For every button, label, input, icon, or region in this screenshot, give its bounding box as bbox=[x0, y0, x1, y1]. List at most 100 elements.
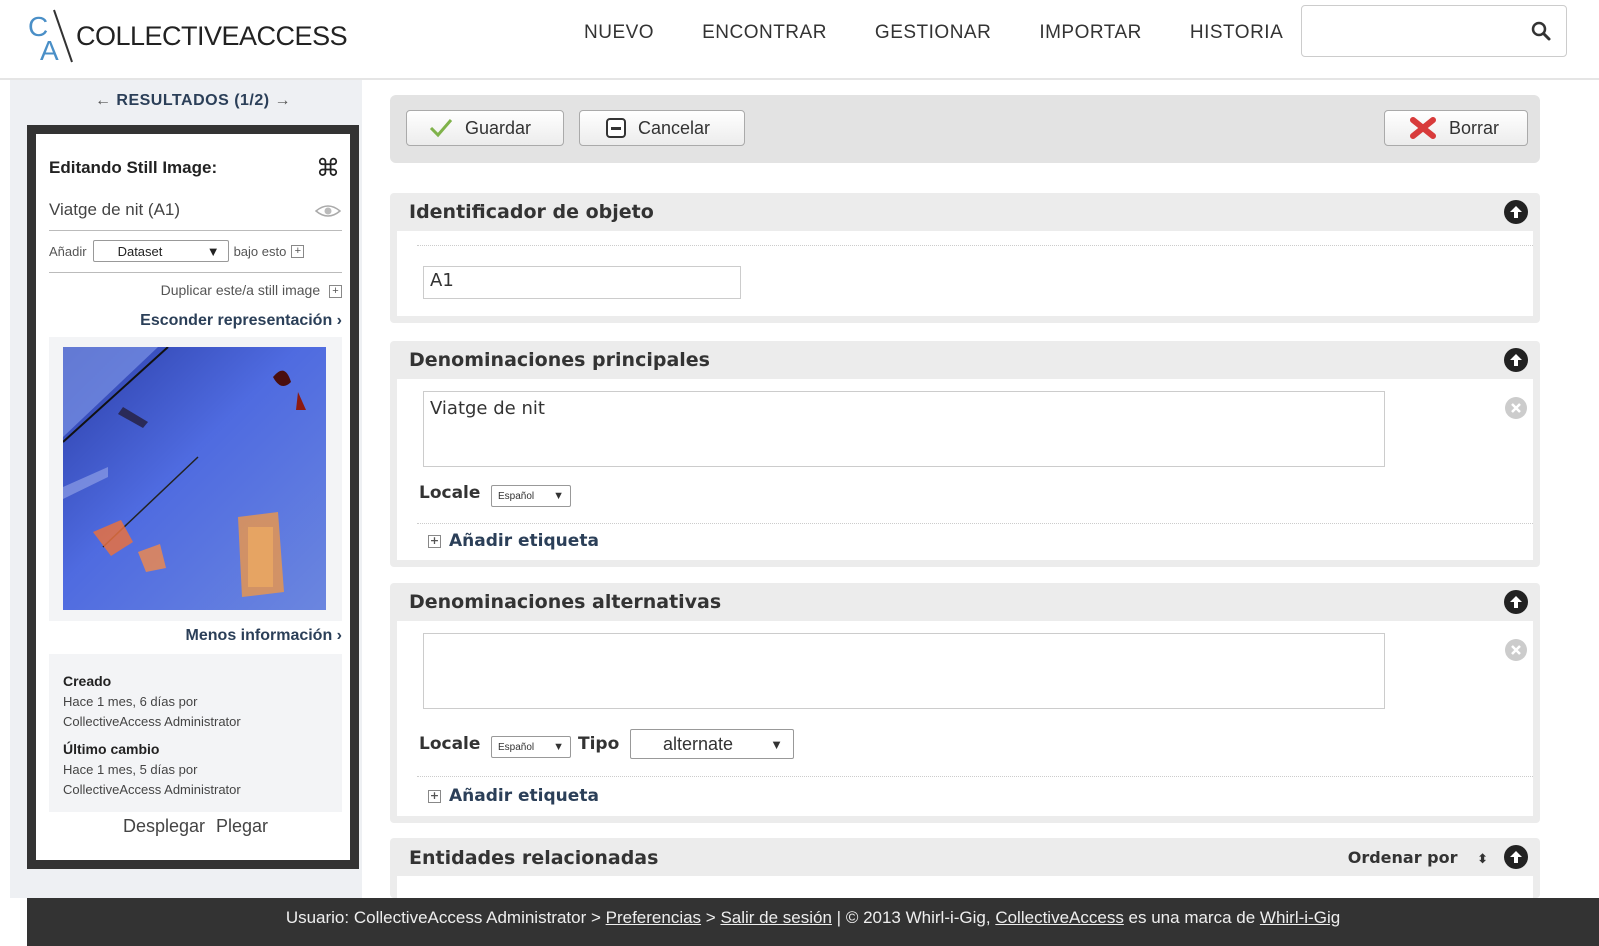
results-label[interactable]: RESULTADOS (1/2) bbox=[116, 92, 269, 109]
panel-body: Viatge de nit Locale Español ▼ + Añadir … bbox=[397, 379, 1533, 560]
representation-frame bbox=[49, 337, 342, 621]
nav-importar[interactable]: IMPORTAR bbox=[1039, 22, 1142, 44]
save-label: Guardar bbox=[465, 117, 532, 138]
check-icon bbox=[429, 118, 453, 138]
results-nav: ← RESULTADOS (1/2) → bbox=[0, 92, 386, 110]
representation-image[interactable] bbox=[63, 347, 326, 610]
logo-text: COLLECTIVEACCESS bbox=[76, 20, 348, 51]
type-value: alternate bbox=[663, 733, 734, 754]
type-label: Tipo bbox=[578, 734, 620, 754]
plus-icon: + bbox=[428, 788, 441, 803]
type-select[interactable]: alternate ▼ bbox=[630, 729, 794, 759]
panel-body bbox=[397, 876, 1533, 898]
inspector-panel: Editando Still Image: ⌘ Viatge de nit (A… bbox=[27, 125, 359, 869]
search-icon[interactable] bbox=[1530, 20, 1552, 42]
locale-select[interactable]: Español ▼ bbox=[491, 736, 571, 758]
locale-label: Locale bbox=[419, 483, 481, 503]
nav-nuevo[interactable]: NUEVO bbox=[584, 22, 654, 44]
footer-copyright: | © 2013 Whirl-i-Gig, bbox=[831, 908, 996, 927]
inspector-title: Editando Still Image: bbox=[49, 158, 218, 177]
add-child-plus-icon[interactable]: + bbox=[291, 244, 305, 258]
created-line2: CollectiveAccess Administrator bbox=[63, 714, 241, 729]
remove-icon[interactable] bbox=[1505, 639, 1527, 661]
panel-header: Denominaciones alternativas bbox=[390, 583, 1540, 621]
add-child-row: Añadir Dataset ▼ bajo esto + bbox=[49, 240, 305, 262]
footer: Usuario: CollectiveAccess Administrator … bbox=[27, 898, 1599, 946]
chevron-down-icon: ▼ bbox=[206, 243, 220, 259]
locale-value: Español bbox=[498, 490, 535, 502]
add-suffix: bajo esto bbox=[233, 243, 287, 259]
cancel-label: Cancelar bbox=[638, 117, 711, 138]
footer-user: Usuario: CollectiveAccess Administrator … bbox=[285, 908, 606, 927]
object-name: Viatge de nit (A1) bbox=[49, 200, 181, 219]
command-icon[interactable]: ⌘ bbox=[316, 154, 340, 183]
identifier-title: Identificador de objeto bbox=[409, 201, 654, 223]
footer-trademark: es una marca de bbox=[1123, 908, 1260, 927]
sort-arrows-icon: ⬍ bbox=[1477, 852, 1488, 867]
created-label: Creado bbox=[63, 673, 112, 689]
preferences-link[interactable]: Preferencias bbox=[606, 908, 701, 927]
add-type-select[interactable]: Dataset ▼ bbox=[92, 240, 229, 262]
chevron-down-icon: ▼ bbox=[770, 736, 783, 752]
whirligig-link[interactable]: Whirl-i-Gig bbox=[1260, 908, 1340, 927]
save-button[interactable]: Guardar bbox=[406, 110, 564, 146]
divider bbox=[417, 776, 1533, 777]
add-label-link[interactable]: + Añadir etiqueta bbox=[428, 786, 599, 806]
collapse-up-icon[interactable] bbox=[1504, 845, 1528, 869]
locale-select[interactable]: Español ▼ bbox=[491, 485, 571, 507]
less-info-link[interactable]: Menos información › bbox=[186, 627, 342, 645]
logo-letter-a: A bbox=[40, 35, 59, 66]
add-label-link[interactable]: + Añadir etiqueta bbox=[428, 531, 599, 551]
sort-label: Ordenar por bbox=[1347, 848, 1458, 867]
alternate-labels-panel: Denominaciones alternativas Locale Españ… bbox=[390, 583, 1540, 823]
delete-button[interactable]: Borrar bbox=[1384, 110, 1528, 146]
main-nav: NUEVO ENCONTRAR GESTIONAR IMPORTAR HISTO… bbox=[584, 22, 1331, 44]
search-box bbox=[1301, 5, 1567, 57]
top-header: C A COLLECTIVEACCESS NUEVO ENCONTRAR GES… bbox=[0, 0, 1599, 80]
nav-gestionar[interactable]: GESTIONAR bbox=[875, 22, 991, 44]
expand-link[interactable]: Desplegar bbox=[123, 816, 205, 836]
add-label: Añadir bbox=[49, 243, 87, 259]
sort-control[interactable]: Ordenar por ⬍ bbox=[1348, 848, 1488, 867]
identifier-panel: Identificador de objeto A1 bbox=[390, 193, 1540, 323]
remove-icon[interactable] bbox=[1505, 397, 1527, 419]
duplicate-label: Duplicar este/a still image bbox=[160, 282, 321, 298]
prev-result-arrow[interactable]: ← bbox=[95, 92, 112, 109]
divider bbox=[417, 523, 1533, 524]
plus-icon: + bbox=[428, 533, 441, 548]
logo[interactable]: C A COLLECTIVEACCESS bbox=[26, 6, 348, 66]
divider bbox=[49, 272, 342, 273]
related-entities-panel: Entidades relacionadas Ordenar por ⬍ bbox=[390, 838, 1540, 898]
logout-link[interactable]: Salir de sesión bbox=[720, 908, 832, 927]
cancel-button[interactable]: Cancelar bbox=[579, 110, 745, 146]
info-box: Creado Hace 1 mes, 6 días por Collective… bbox=[49, 654, 342, 812]
collectiveaccess-link[interactable]: CollectiveAccess bbox=[995, 908, 1124, 927]
nav-encontrar[interactable]: ENCONTRAR bbox=[702, 22, 827, 44]
delete-label: Borrar bbox=[1449, 117, 1500, 138]
nav-historia[interactable]: HISTORIA bbox=[1190, 22, 1283, 44]
panel-header: Identificador de objeto bbox=[390, 193, 1540, 231]
editor-toolbar: Guardar Cancelar Borrar bbox=[390, 95, 1540, 163]
duplicate-row: Duplicar este/a still image + bbox=[161, 282, 342, 298]
eye-icon[interactable] bbox=[315, 204, 341, 218]
hide-representation-link[interactable]: Esconder representación › bbox=[140, 312, 342, 330]
changed-line1: Hace 1 mes, 5 días por bbox=[63, 762, 198, 777]
collapse-up-icon[interactable] bbox=[1504, 348, 1528, 372]
divider bbox=[417, 245, 1533, 246]
search-input[interactable] bbox=[1312, 6, 1526, 56]
duplicate-plus-icon[interactable]: + bbox=[329, 284, 342, 298]
alternate-label-input[interactable] bbox=[423, 633, 1385, 709]
next-result-arrow[interactable]: → bbox=[275, 92, 292, 109]
chevron-down-icon: ▼ bbox=[553, 490, 564, 502]
logo-mark: C A bbox=[26, 6, 74, 66]
preferred-label-input[interactable]: Viatge de nit bbox=[423, 391, 1385, 467]
panel-header: Denominaciones principales bbox=[390, 341, 1540, 379]
collapse-up-icon[interactable] bbox=[1504, 200, 1528, 224]
identifier-input[interactable]: A1 bbox=[423, 266, 741, 299]
collapse-up-icon[interactable] bbox=[1504, 590, 1528, 614]
add-label-text: Añadir etiqueta bbox=[449, 531, 599, 551]
expand-collapse: Desplegar Plegar bbox=[49, 816, 342, 837]
locale-value: Español bbox=[498, 741, 535, 753]
collapse-link[interactable]: Plegar bbox=[216, 816, 268, 836]
add-label-text: Añadir etiqueta bbox=[449, 786, 599, 806]
